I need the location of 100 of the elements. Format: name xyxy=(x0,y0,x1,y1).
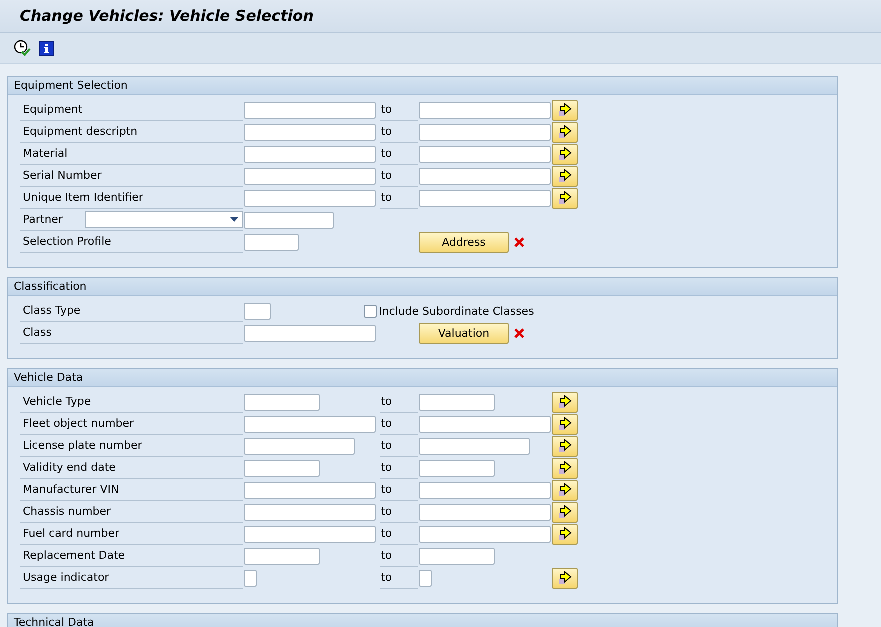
to-input-field[interactable] xyxy=(419,438,530,454)
info-icon[interactable] xyxy=(39,40,54,56)
field-label: Manufacturer VIN xyxy=(23,483,120,496)
multiple-selection-button[interactable] xyxy=(552,188,578,208)
section-title: Classification xyxy=(14,280,87,293)
to-input-field[interactable] xyxy=(419,190,551,206)
from-input-field[interactable] xyxy=(244,460,320,476)
to-input-field[interactable] xyxy=(419,504,551,520)
arrow-icon xyxy=(558,505,572,519)
multiple-selection-button[interactable] xyxy=(552,436,578,456)
field-label: Partner xyxy=(23,213,63,226)
arrow-icon xyxy=(558,483,572,497)
field-label: Serial Number xyxy=(23,169,102,182)
multiple-selection-button[interactable] xyxy=(552,458,578,478)
to-label: to xyxy=(381,461,392,474)
delete-icon[interactable] xyxy=(514,236,525,248)
to-input-field[interactable] xyxy=(419,124,551,140)
to-input-field[interactable] xyxy=(419,548,495,564)
from-input-field[interactable] xyxy=(244,394,320,410)
arrow-icon xyxy=(558,571,572,585)
from-input-field[interactable] xyxy=(244,146,376,162)
field-label: Equipment xyxy=(23,103,83,116)
field-label: Unique Item Identifier xyxy=(23,191,144,204)
action-button[interactable]: Address xyxy=(419,232,509,252)
multiple-selection-button[interactable] xyxy=(552,414,578,434)
from-input-field[interactable] xyxy=(244,570,257,586)
arrow-icon xyxy=(558,169,572,183)
field-label: Replacement Date xyxy=(23,549,126,562)
delete-icon[interactable] xyxy=(514,328,525,338)
field-label: Usage indicator xyxy=(23,571,110,584)
arrow-icon xyxy=(558,439,572,453)
checkbox[interactable] xyxy=(364,304,377,318)
from-input-field[interactable] xyxy=(244,504,376,520)
arrow-icon xyxy=(558,191,572,205)
field-label: Class xyxy=(23,326,52,339)
field-label: Selection Profile xyxy=(23,235,112,248)
field-label: Validity end date xyxy=(23,461,116,474)
from-input-field[interactable] xyxy=(244,482,376,498)
field-label: Fleet object number xyxy=(23,417,134,430)
multiple-selection-button[interactable] xyxy=(552,480,578,500)
input-field[interactable] xyxy=(244,302,271,320)
to-label: to xyxy=(381,527,392,540)
multiple-selection-button[interactable] xyxy=(552,524,578,544)
from-input-field[interactable] xyxy=(244,102,376,118)
multiple-selection-button[interactable] xyxy=(552,122,578,142)
field-label: Chassis number xyxy=(23,505,112,518)
multiple-selection-button[interactable] xyxy=(552,502,578,522)
from-input-field[interactable] xyxy=(244,190,376,206)
checkbox-label: Include Subordinate Classes xyxy=(379,304,534,318)
multiple-selection-button[interactable] xyxy=(552,166,578,186)
to-label: to xyxy=(381,549,392,562)
to-label: to xyxy=(381,439,392,452)
from-input-field[interactable] xyxy=(244,168,376,184)
to-label: to xyxy=(381,571,392,584)
multiple-selection-button[interactable] xyxy=(552,144,578,164)
window-title: Change Vehicles: Vehicle Selection xyxy=(20,7,314,25)
field-label: Material xyxy=(23,147,68,160)
to-input-field[interactable] xyxy=(419,168,551,184)
arrow-icon xyxy=(558,527,572,541)
to-input-field[interactable] xyxy=(419,460,495,476)
arrow-icon xyxy=(558,147,572,161)
multiple-selection-button[interactable] xyxy=(552,100,578,120)
section-title: Vehicle Data xyxy=(14,371,84,384)
to-label: to xyxy=(381,147,392,160)
partner-input-field[interactable] xyxy=(244,212,334,228)
action-button[interactable]: Valuation xyxy=(419,322,509,344)
from-input-field[interactable] xyxy=(244,124,376,140)
to-label: to xyxy=(381,417,392,430)
execute-clock-icon[interactable] xyxy=(14,40,31,56)
arrow-icon xyxy=(558,103,572,117)
arrow-icon xyxy=(558,125,572,139)
input-field[interactable] xyxy=(244,324,376,342)
to-label: to xyxy=(381,103,392,116)
to-input-field[interactable] xyxy=(419,394,495,410)
from-input-field[interactable] xyxy=(244,438,355,454)
section-title: Technical Data xyxy=(14,616,94,627)
to-label: to xyxy=(381,125,392,138)
from-input-field[interactable] xyxy=(244,416,376,432)
to-input-field[interactable] xyxy=(419,570,432,586)
input-field[interactable] xyxy=(244,234,299,250)
field-label: License plate number xyxy=(23,439,142,452)
to-label: to xyxy=(381,505,392,518)
to-label: to xyxy=(381,169,392,182)
partner-dropdown[interactable] xyxy=(84,211,243,228)
to-input-field[interactable] xyxy=(419,146,551,162)
to-input-field[interactable] xyxy=(419,526,551,542)
field-label: Fuel card number xyxy=(23,527,120,540)
field-label: Class Type xyxy=(23,304,81,317)
from-input-field[interactable] xyxy=(244,548,320,564)
to-input-field[interactable] xyxy=(419,482,551,498)
multiple-selection-button[interactable] xyxy=(552,568,578,588)
to-label: to xyxy=(381,191,392,204)
to-input-field[interactable] xyxy=(419,416,551,432)
arrow-icon xyxy=(558,417,572,431)
section-title: Equipment Selection xyxy=(14,79,128,92)
from-input-field[interactable] xyxy=(244,526,376,542)
field-label: Vehicle Type xyxy=(23,395,92,408)
multiple-selection-button[interactable] xyxy=(552,392,578,412)
dropdown-caret-icon xyxy=(230,217,239,222)
to-input-field[interactable] xyxy=(419,102,551,118)
